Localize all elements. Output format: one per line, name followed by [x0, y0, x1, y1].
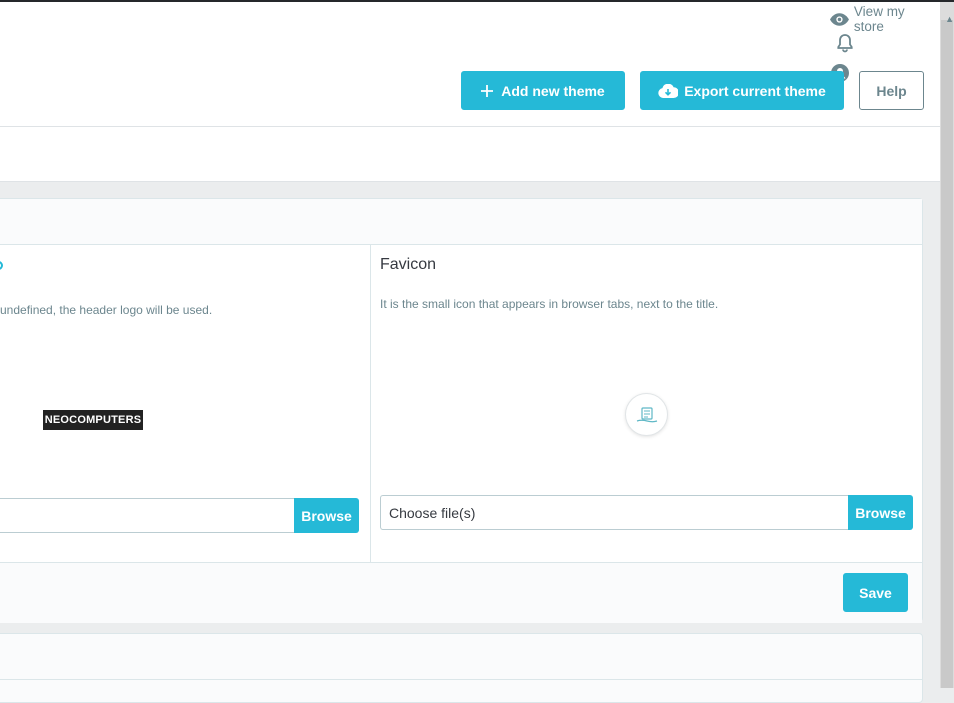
favicon-title: Favicon — [380, 256, 437, 273]
favicon-preview — [626, 394, 667, 435]
caret-up-icon: ▲ — [945, 14, 954, 24]
favicon-browse-button[interactable]: Browse — [848, 495, 913, 530]
store-logo-preview: NEOCOMPUTERS — [43, 410, 143, 430]
add-new-theme-button[interactable]: Add new theme — [461, 71, 625, 110]
page-subbar — [0, 127, 940, 182]
help-button[interactable]: Help — [859, 71, 924, 110]
logo-file-input[interactable] — [0, 498, 295, 533]
export-current-theme-label: Export current theme — [684, 82, 826, 99]
bell-icon[interactable] — [836, 33, 854, 53]
view-my-store-label: View my store — [853, 4, 905, 34]
logo-description: undefined, the header logo will be used. — [0, 303, 213, 317]
favicon-file-placeholder: Choose file(s) — [389, 504, 476, 521]
favicon-description: It is the small icon that appears in bro… — [380, 297, 719, 311]
export-current-theme-button[interactable]: Export current theme — [640, 71, 844, 110]
card-header-divider — [0, 679, 922, 680]
card-footer — [0, 562, 922, 623]
favicon-image-icon — [636, 406, 657, 422]
add-new-theme-label: Add new theme — [501, 82, 605, 99]
scrollbar-thumb[interactable] — [941, 20, 953, 688]
view-my-store-link[interactable]: View my store ▲ — [830, 4, 954, 34]
logo-browse-button[interactable]: Browse — [294, 498, 359, 533]
plus-icon — [481, 84, 494, 97]
favicon-file-input[interactable]: Choose file(s) — [380, 495, 849, 530]
column-divider — [370, 244, 371, 562]
card-header — [0, 199, 922, 245]
eye-icon — [830, 12, 849, 26]
cloud-download-icon — [658, 83, 679, 98]
save-button[interactable]: Save — [843, 573, 908, 612]
next-settings-card — [0, 633, 923, 703]
